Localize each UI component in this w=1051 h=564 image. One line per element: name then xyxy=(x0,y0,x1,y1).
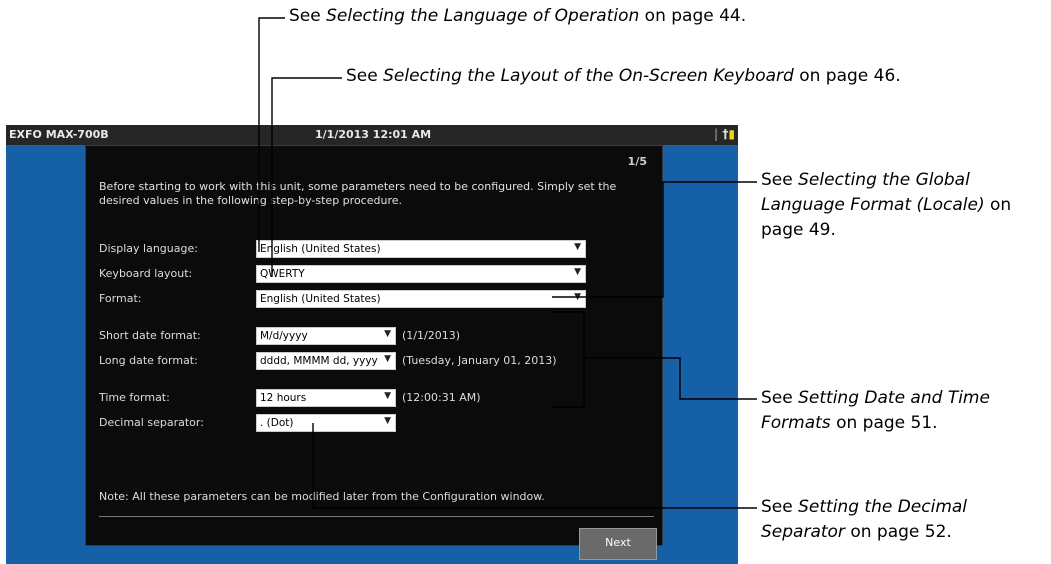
app-name: EXFO MAX-700B xyxy=(9,128,109,141)
note-text: Note: All these parameters can be modifi… xyxy=(99,490,545,503)
time-format-select[interactable]: 12 hours ▼ xyxy=(256,389,396,407)
intro-text: Before starting to work with this unit, … xyxy=(99,180,617,207)
chevron-down-icon: ▼ xyxy=(574,267,581,277)
long-date-select[interactable]: dddd, MMMM dd, yyyy ▼ xyxy=(256,352,396,370)
chevron-down-icon: ▼ xyxy=(574,292,581,302)
chevron-down-icon: ▼ xyxy=(384,329,391,339)
page-indicator: 1/5 xyxy=(627,155,647,168)
system-tray: | †▮ xyxy=(713,127,735,141)
divider xyxy=(99,516,654,517)
callout-keyboard: See Selecting the Layout of the On-Scree… xyxy=(346,66,901,86)
keyboard-layout-label: Keyboard layout: xyxy=(99,267,193,280)
device-screen: EXFO MAX-700B 1/1/2013 12:01 AM | †▮ 1/5… xyxy=(6,125,738,564)
battery-icon: ▮ xyxy=(728,127,735,141)
chevron-down-icon: ▼ xyxy=(384,354,391,364)
callout-language: See Selecting the Language of Operation … xyxy=(289,6,747,26)
callout-locale: See Selecting the Global Language Format… xyxy=(761,170,1012,240)
callout-keyboard-title: Selecting the Layout of the On-Screen Ke… xyxy=(383,66,794,86)
callout-decimal: See Setting the Decimal Separator on pag… xyxy=(761,497,968,542)
keyboard-layout-select[interactable]: QWERTY ▼ xyxy=(256,265,586,283)
short-date-label: Short date format: xyxy=(99,329,201,342)
long-date-preview: (Tuesday, January 01, 2013) xyxy=(402,354,557,367)
short-date-select[interactable]: M/d/yyyy ▼ xyxy=(256,327,396,345)
next-button[interactable]: Next xyxy=(579,528,657,560)
setup-wizard-dialog: 1/5 Before starting to work with this un… xyxy=(85,145,663,560)
callout-language-title: Selecting the Language of Operation xyxy=(326,6,640,26)
format-label: Format: xyxy=(99,292,142,305)
time-format-preview: (12:00:31 AM) xyxy=(402,391,481,404)
format-select[interactable]: English (United States) ▼ xyxy=(256,290,586,308)
device-titlebar: EXFO MAX-700B 1/1/2013 12:01 AM | †▮ xyxy=(6,125,738,145)
display-language-label: Display language: xyxy=(99,242,198,255)
time-format-label: Time format: xyxy=(99,391,170,404)
chevron-down-icon: ▼ xyxy=(384,391,391,401)
display-language-select[interactable]: English (United States) ▼ xyxy=(256,240,586,258)
clock: 1/1/2013 12:01 AM xyxy=(315,128,432,141)
chevron-down-icon: ▼ xyxy=(574,242,581,252)
decimal-separator-label: Decimal separator: xyxy=(99,416,204,429)
chevron-down-icon: ▼ xyxy=(384,416,391,426)
decimal-separator-select[interactable]: . (Dot) ▼ xyxy=(256,414,396,432)
callout-datetime: See Setting Date and Time Formats on pag… xyxy=(761,388,990,433)
short-date-preview: (1/1/2013) xyxy=(402,329,460,342)
long-date-label: Long date format: xyxy=(99,354,198,367)
